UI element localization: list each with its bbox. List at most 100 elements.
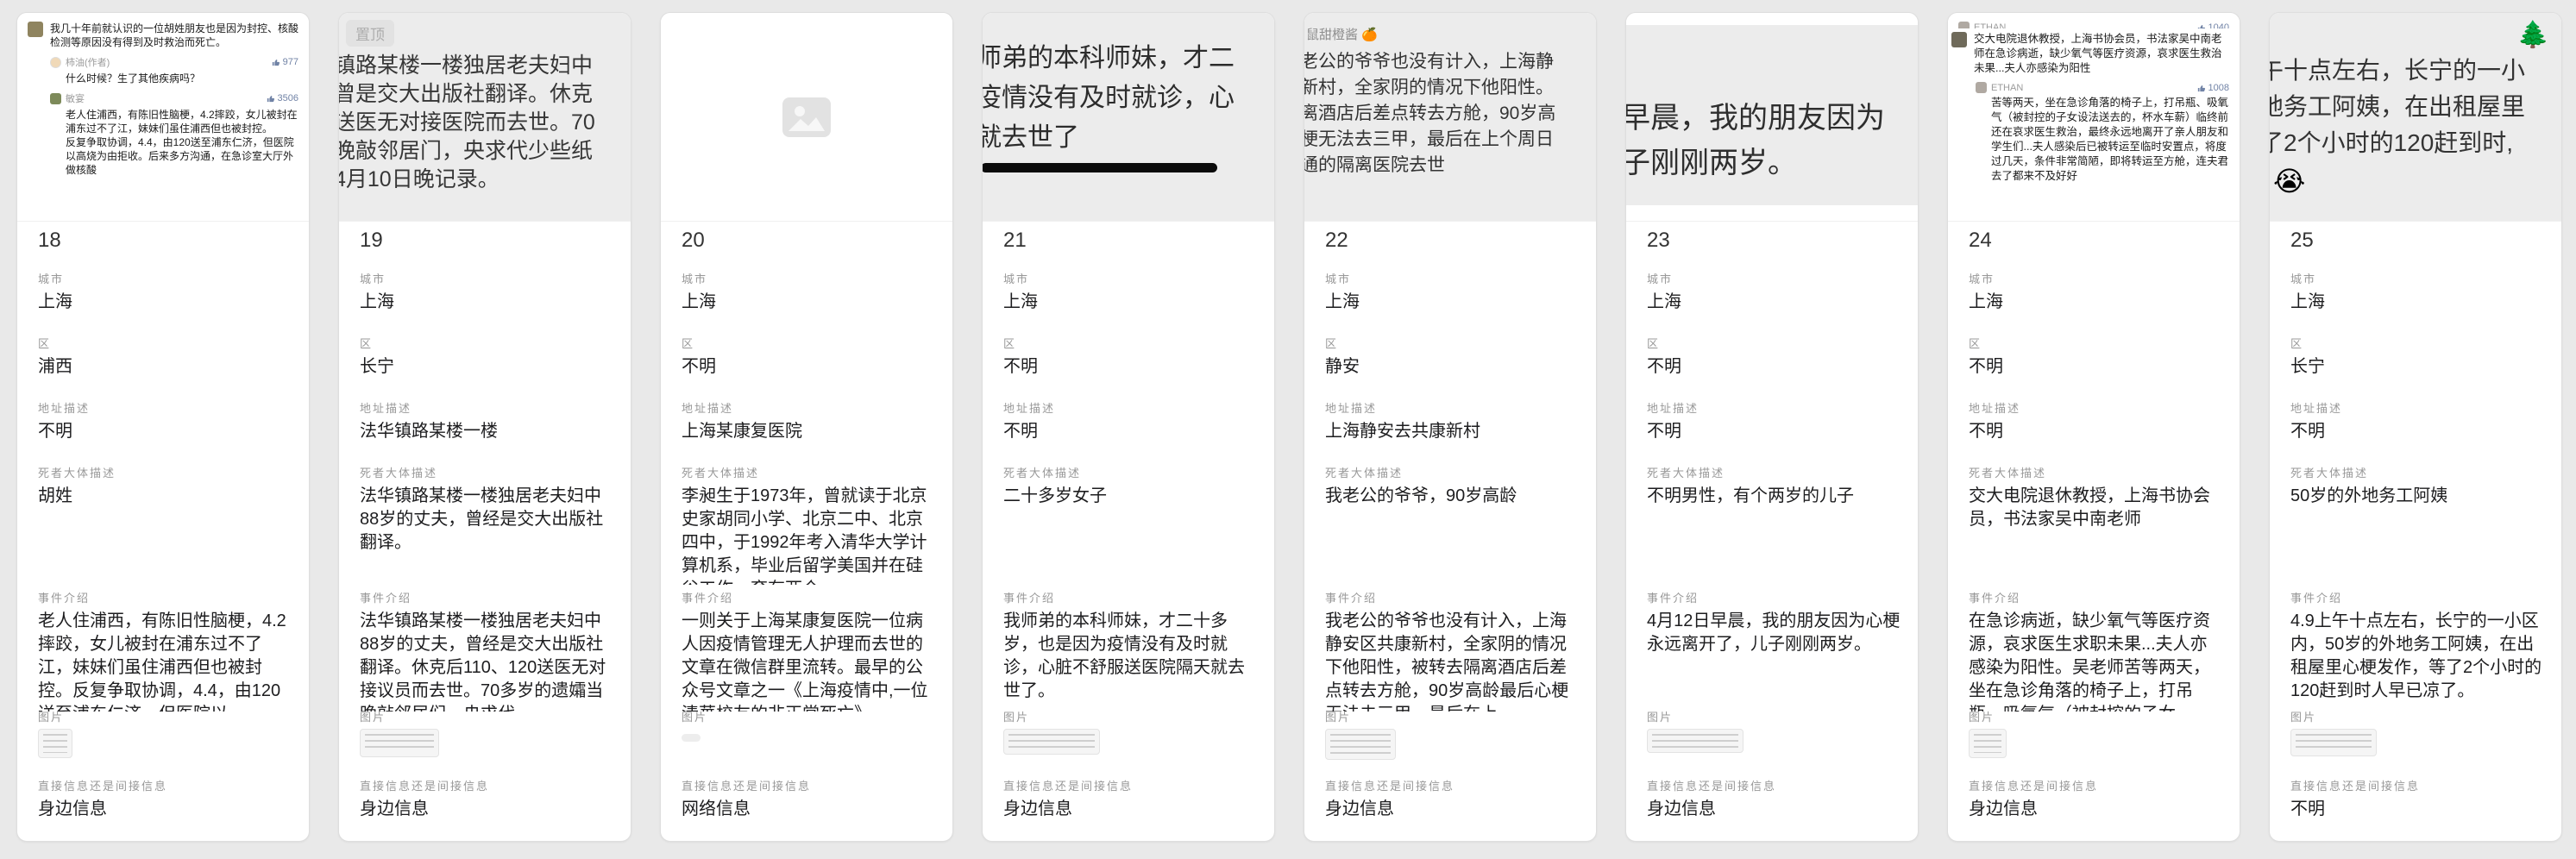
image-attachment-thumbnail[interactable] <box>682 734 701 742</box>
field-value-event: 在急诊病逝，缺少氧气等医疗资源，哀求医生求职未果...夫人亦感染为阳性。吴老师苦… <box>1969 610 2224 712</box>
field-label-deceased: 死者大体描述 <box>1003 464 1081 480</box>
screenshot-background: 早晨，我的朋友因为 子刚刚两岁。 <box>1626 25 1918 205</box>
attachment-preview[interactable]: 🌲 午十点左右，长宁的一小 地务工阿姨，在出租屋里 了2个小时的120赶到时, … <box>2270 13 2561 222</box>
field-label-city: 城市 <box>2290 270 2316 286</box>
attachment-preview[interactable]: 鼠甜橙酱 🍊 老公的爷爷也没有计入，上海静 新村，全家阴的情况下他阳性。 离酒店… <box>1304 13 1596 222</box>
gallery-board: 我几十年前就认识的一位胡姓朋友也是因为封控、核酸检测等原因没有得到及时救治而死亡… <box>0 0 2576 859</box>
record-card[interactable]: 置顶 镇路某楼一楼独居老夫妇中 曾是交大出版社翻译。休克 送医无对接医院而去世。… <box>338 12 631 842</box>
field-label-district: 区 <box>2290 335 2303 351</box>
crying-emoji: 😭 <box>2273 165 2561 198</box>
thumbs-up-icon <box>2197 84 2206 92</box>
field-value-address: 上海静安去共康新村 <box>1325 420 1580 443</box>
image-attachment-thumbnail[interactable] <box>360 729 439 757</box>
attachment-preview[interactable]: 我几十年前就认识的一位胡姓朋友也是因为封控、核酸检测等原因没有得到及时救治而死亡… <box>17 13 309 222</box>
image-attachment-thumbnail[interactable] <box>1325 729 1396 760</box>
field-value-address: 法华镇路某楼一楼 <box>360 420 615 443</box>
image-attachment-thumbnail[interactable] <box>1969 729 2007 758</box>
field-label-deceased: 死者大体描述 <box>360 464 437 480</box>
field-value-city: 上海 <box>2290 291 2546 314</box>
field-value-district: 不明 <box>1003 355 1259 379</box>
field-label-district: 区 <box>38 335 51 351</box>
field-label-event: 事件介绍 <box>1325 589 1377 605</box>
image-attachment-thumbnail[interactable] <box>1647 729 1744 753</box>
avatar <box>1951 32 1967 47</box>
field-value-address: 不明 <box>38 420 293 443</box>
field-value-event: 我师弟的本科师妹，才二十多岁，也是因为疫情没有及时就诊，心脏不舒服送医院隔天就去… <box>1003 610 1259 703</box>
field-label-district: 区 <box>1969 335 1982 351</box>
like-count: 3506 <box>278 93 298 103</box>
field-value-city: 上海 <box>682 291 937 314</box>
field-value-city: 上海 <box>1325 291 1580 314</box>
field-label-event: 事件介绍 <box>1647 589 1699 605</box>
field-value-district: 不明 <box>1969 355 2224 379</box>
record-card[interactable]: 20 城市 上海 区 不明 地址描述 上海某康复医院 死者大体描述 李昶生于19… <box>660 12 953 842</box>
field-value-deceased: 二十多岁女子 <box>1003 485 1259 508</box>
field-label-event: 事件介绍 <box>1003 589 1055 605</box>
record-card[interactable]: 师弟的本科师妹，才二 疫情没有及时就诊，心 就去世了 21 城市 上海 区 不明… <box>982 12 1275 842</box>
field-label-city: 城市 <box>360 270 386 286</box>
avatar <box>50 93 61 104</box>
field-label-city: 城市 <box>1003 270 1029 286</box>
image-placeholder-icon <box>782 97 832 138</box>
like-count: 1008 <box>2208 83 2229 93</box>
field-label-address: 地址描述 <box>682 399 733 416</box>
field-value-address: 不明 <box>1969 420 2224 443</box>
field-label-image: 图片 <box>1969 708 1995 724</box>
image-attachment-thumbnail[interactable] <box>38 729 72 758</box>
field-label-direct: 直接信息还是间接信息 <box>1969 777 2098 793</box>
like-count: 1040 <box>2208 22 2229 29</box>
like-count: 977 <box>283 57 298 67</box>
image-attachment-thumbnail[interactable] <box>1003 729 1100 755</box>
avatar <box>28 22 43 37</box>
attachment-preview[interactable]: 早晨，我的朋友因为 子刚刚两岁。 <box>1626 13 1918 222</box>
field-value-deceased: 我老公的爷爷，90岁高龄 <box>1325 485 1580 508</box>
field-value-direct: 网络信息 <box>682 798 937 821</box>
thumbs-up-icon <box>2197 23 2206 29</box>
commenter-name: ETHAN <box>1991 83 2193 93</box>
field-label-deceased: 死者大体描述 <box>1969 464 2046 480</box>
field-label-city: 城市 <box>1325 270 1351 286</box>
record-card[interactable]: 🌲 午十点左右，长宁的一小 地务工阿姨，在出租屋里 了2个小时的120赶到时, … <box>2269 12 2562 842</box>
attachment-preview[interactable]: 置顶 镇路某楼一楼独居老夫妇中 曾是交大出版社翻译。休克 送医无对接医院而去世。… <box>339 13 631 222</box>
field-label-deceased: 死者大体描述 <box>682 464 759 480</box>
field-value-event: 4月12日早晨，我的朋友因为心梗永远离开了，儿子刚刚两岁。 <box>1647 610 1902 656</box>
field-value-event: 法华镇路某楼一楼独居老夫妇中88岁的丈夫，曾经是交大出版社翻译。休克后110、1… <box>360 610 615 712</box>
screenshot-text: 老公的爷爷也没有计入，上海静 新村，全家阴的情况下他阳性。 离酒店后差点转去方舱… <box>1304 49 1596 179</box>
image-attachment-thumbnail[interactable] <box>2290 729 2377 756</box>
field-value-direct: 不明 <box>2290 798 2546 821</box>
field-value-deceased: 李昶生于1973年，曾就读于北京史家胡同小学、北京二中、北京四中，于1992年考… <box>682 485 937 585</box>
screenshot-text: 午十点左右，长宁的一小 地务工阿姨，在出租屋里 了2个小时的120赶到时, <box>2270 53 2561 161</box>
attachment-preview[interactable]: ETHAN 1040 交大电院退休教授，上海书协会员，书法家吴中南老师在急诊病逝… <box>1948 13 2240 222</box>
field-label-district: 区 <box>360 335 373 351</box>
record-card[interactable]: ETHAN 1040 交大电院退休教授，上海书协会员，书法家吴中南老师在急诊病逝… <box>1947 12 2240 842</box>
field-label-event: 事件介绍 <box>1969 589 2020 605</box>
attachment-preview[interactable]: 师弟的本科师妹，才二 疫情没有及时就诊，心 就去世了 <box>983 13 1274 222</box>
comment-text: 什么时候？生了其他疾病吗？ <box>66 72 298 85</box>
field-value-address: 不明 <box>1003 420 1259 443</box>
field-label-address: 地址描述 <box>1325 399 1377 416</box>
field-value-city: 上海 <box>1969 291 2224 314</box>
avatar <box>1976 82 1987 93</box>
record-card[interactable]: 我几十年前就认识的一位胡姓朋友也是因为封控、核酸检测等原因没有得到及时救治而死亡… <box>16 12 310 842</box>
field-label-city: 城市 <box>1969 270 1995 286</box>
field-label-event: 事件介绍 <box>682 589 733 605</box>
field-label-deceased: 死者大体描述 <box>1647 464 1725 480</box>
field-label-district: 区 <box>1647 335 1660 351</box>
field-label-direct: 直接信息还是间接信息 <box>1325 777 1454 793</box>
field-value-direct: 身边信息 <box>1325 798 1580 821</box>
attachment-preview[interactable] <box>661 13 952 222</box>
field-label-image: 图片 <box>1003 708 1029 724</box>
commenter-name: 敏宴 <box>66 91 262 105</box>
commenter-name: 柿油(作者) <box>66 55 267 69</box>
field-label-image: 图片 <box>2290 708 2316 724</box>
field-label-direct: 直接信息还是间接信息 <box>682 777 811 793</box>
wechat-comment-thread: 我几十年前就认识的一位胡姓朋友也是因为封控、核酸检测等原因没有得到及时救治而死亡… <box>17 13 309 177</box>
comment-text: 老人住浦西，有陈旧性脑梗，4.2摔跤，女儿被封在浦东过不了江，妹妹们虽住浦西但也… <box>66 108 298 177</box>
field-value-direct: 身边信息 <box>1003 798 1259 821</box>
redaction-bar <box>983 163 1217 172</box>
record-card[interactable]: 鼠甜橙酱 🍊 老公的爷爷也没有计入，上海静 新村，全家阴的情况下他阳性。 离酒店… <box>1304 12 1597 842</box>
record-number: 20 <box>682 229 705 253</box>
record-card[interactable]: 早晨，我的朋友因为 子刚刚两岁。 23 城市 上海 区 不明 地址描述 不明 死… <box>1625 12 1919 842</box>
field-value-district: 浦西 <box>38 355 293 379</box>
field-label-direct: 直接信息还是间接信息 <box>1647 777 1776 793</box>
